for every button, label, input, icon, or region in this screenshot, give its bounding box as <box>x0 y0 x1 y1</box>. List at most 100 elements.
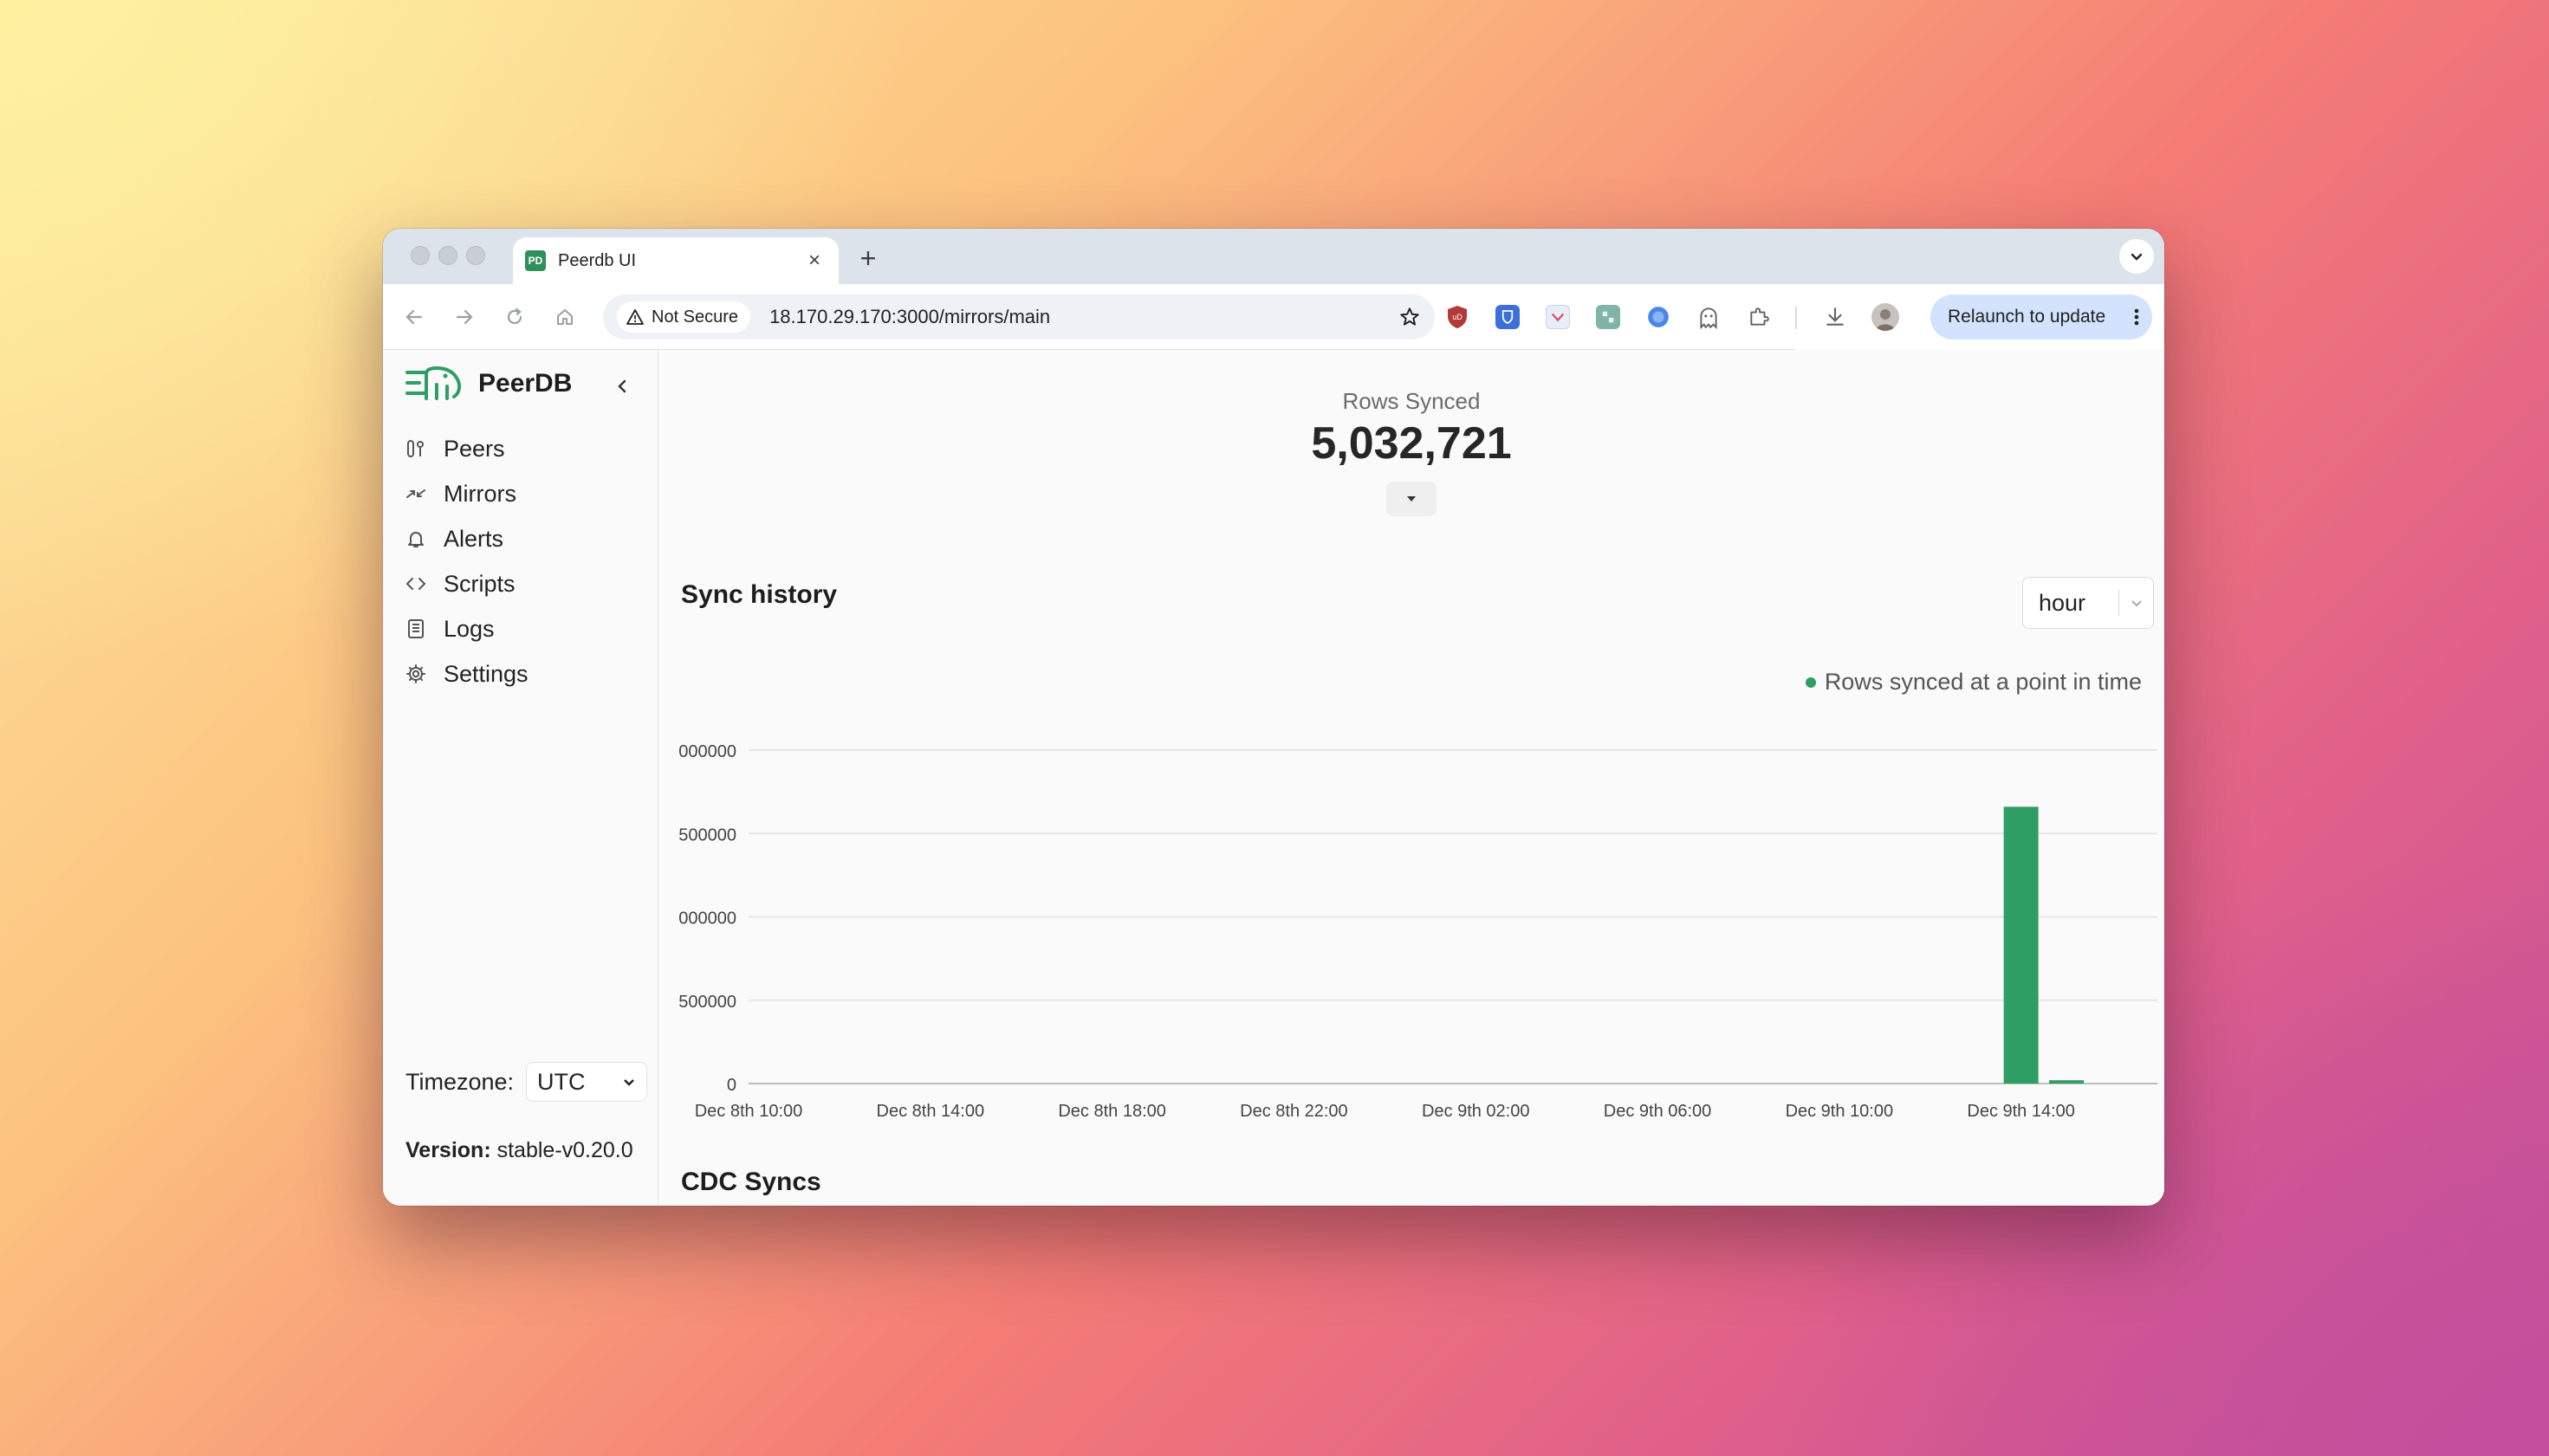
rows-synced-value: 5,032,721 <box>1311 418 1512 469</box>
relaunch-button[interactable]: Relaunch to update <box>1930 294 2152 340</box>
peerdb-logo-icon <box>405 366 462 400</box>
sidebar-item-label: Peers <box>444 435 505 462</box>
version-info: Version: stable-v0.20.0 <box>405 1138 633 1163</box>
x-tick-label: Dec 9th 14:00 <box>1967 1102 2075 1121</box>
collapse-sidebar-button[interactable] <box>606 371 638 402</box>
ublock-icon[interactable]: uD <box>1443 303 1471 331</box>
legend-swatch <box>1805 676 1816 688</box>
y-tick-label: 0 <box>727 1076 736 1095</box>
version-value: stable-v0.20.0 <box>496 1138 633 1162</box>
tab-strip: PD Peerdb UI × + <box>383 229 2164 284</box>
svg-text:uD: uD <box>1452 313 1463 321</box>
puzzle-icon[interactable] <box>1745 303 1773 331</box>
toolbar-profile-group: Relaunch to update <box>1795 284 2164 350</box>
gear-icon <box>405 663 426 684</box>
sidebar-item-label: Scripts <box>444 570 516 597</box>
peerdb-favicon-icon: PD <box>525 250 546 271</box>
window-minimize-button[interactable] <box>438 246 457 265</box>
x-tick-label: Dec 8th 18:00 <box>1058 1102 1166 1121</box>
sidebar-item-peers[interactable]: Peers <box>405 426 529 471</box>
extension-icon[interactable] <box>1594 303 1622 331</box>
window-close-button[interactable] <box>411 246 430 265</box>
timezone-select[interactable]: UTC <box>526 1062 648 1102</box>
sidebar-item-label: Settings <box>444 660 529 687</box>
toolbar-divider <box>1795 307 1797 329</box>
extension-icon[interactable] <box>1644 303 1672 331</box>
sidebar-item-label: Alerts <box>444 525 504 552</box>
sidebar-item-alerts[interactable]: Alerts <box>405 516 529 561</box>
arrow-right-icon <box>456 309 473 325</box>
avatar[interactable] <box>1871 303 1899 331</box>
chevron-down-icon <box>2131 600 2142 607</box>
legend-label: Rows synced at a point in time <box>1824 669 2142 695</box>
brand-name: PeerDB <box>478 369 573 398</box>
x-tick-label: Dec 8th 22:00 <box>1240 1102 1348 1121</box>
relaunch-label: Relaunch to update <box>1948 307 2106 327</box>
sidebar-nav: Peers Mirrors Alerts Scripts Logs Settin… <box>405 426 529 696</box>
toolbar-actions: uD <box>1443 284 1781 350</box>
reload-icon <box>507 307 522 325</box>
new-tab-button[interactable]: + <box>851 241 885 275</box>
rows-synced-label: Rows Synced <box>1342 388 1481 414</box>
x-tick-label: Dec 9th 02:00 <box>1422 1102 1530 1121</box>
reload-button[interactable] <box>499 301 530 333</box>
bookmark-star-icon[interactable] <box>1398 306 1421 328</box>
sidebar-item-logs[interactable]: Logs <box>405 606 529 651</box>
sidebar-item-mirrors[interactable]: Mirrors <box>405 471 529 516</box>
home-icon <box>557 309 573 325</box>
sidebar-item-settings[interactable]: Settings <box>405 651 529 696</box>
y-tick-label: 000000 <box>678 909 736 929</box>
sidebar-item-label: Mirrors <box>444 480 516 507</box>
timezone-control: Timezone: UTC <box>405 1062 648 1102</box>
back-button[interactable] <box>399 301 430 333</box>
x-tick-label: Dec 9th 10:00 <box>1786 1102 1894 1121</box>
arrow-left-icon <box>405 309 423 325</box>
code-icon <box>405 573 426 594</box>
cdc-syncs-title: CDC Syncs <box>681 1168 821 1196</box>
sidebar-item-scripts[interactable]: Scripts <box>405 561 529 606</box>
address-bar[interactable]: Not Secure 18.170.29.170:3000/mirrors/ma… <box>603 294 1435 340</box>
aggregate-value: hour <box>2039 589 2086 616</box>
bell-icon <box>405 528 426 549</box>
bitwarden-icon[interactable] <box>1494 303 1521 331</box>
brand[interactable]: PeerDB <box>405 366 572 402</box>
peers-icon <box>405 438 426 459</box>
x-tick-label: Dec 8th 10:00 <box>695 1102 803 1121</box>
sync-history-chart: 0 500000 000000 500000 000000 Dec 8th 10:00 De… <box>678 742 2157 1121</box>
chevron-left-icon <box>618 379 626 393</box>
home-button[interactable] <box>549 301 580 333</box>
x-tick-label: Dec 9th 06:00 <box>1604 1102 1712 1121</box>
extension-icon[interactable] <box>1544 303 1572 331</box>
window-zoom-button[interactable] <box>466 246 485 265</box>
tab-search-button[interactable] <box>2119 239 2154 274</box>
download-icon[interactable] <box>1821 303 1849 331</box>
timezone-value: UTC <box>537 1068 586 1095</box>
y-tick-label: 000000 <box>678 742 736 761</box>
y-tick-label: 500000 <box>678 993 736 1012</box>
forward-button[interactable] <box>449 301 480 333</box>
ghost-icon[interactable] <box>1695 303 1722 331</box>
logs-icon <box>405 618 426 639</box>
security-chip[interactable]: Not Secure <box>617 301 751 333</box>
browser-window: PD Peerdb UI × + Not Secure 18.170.29.17… <box>383 229 2164 1206</box>
mirrors-icon <box>405 483 426 504</box>
warning-icon <box>626 309 644 325</box>
sidebar: PeerDB Peers Mirrors Alerts Scripts Logs… <box>383 350 658 1206</box>
chart-bar <box>2003 806 2039 1084</box>
browser-tab[interactable]: PD Peerdb UI × <box>513 237 839 284</box>
tab-close-icon[interactable]: × <box>802 249 827 273</box>
tab-title: Peerdb UI <box>558 250 637 270</box>
timezone-label: Timezone: <box>405 1068 515 1095</box>
sidebar-item-label: Logs <box>444 615 495 642</box>
x-tick-label: Dec 8th 14:00 <box>877 1102 985 1121</box>
security-label: Not Secure <box>652 307 739 327</box>
expand-stats-button[interactable] <box>1386 482 1437 516</box>
aggregate-select[interactable]: hour <box>2022 577 2154 629</box>
chevron-down-icon <box>2131 253 2143 261</box>
main-content: Rows Synced 5,032,721 Sync history hour … <box>658 350 2164 1206</box>
kebab-menu-icon <box>2134 308 2139 326</box>
y-tick-label: 500000 <box>678 825 736 844</box>
caret-down-icon <box>1407 496 1416 502</box>
version-label: Version: <box>405 1138 491 1162</box>
url-text[interactable]: 18.170.29.170:3000/mirrors/main <box>769 306 1398 328</box>
